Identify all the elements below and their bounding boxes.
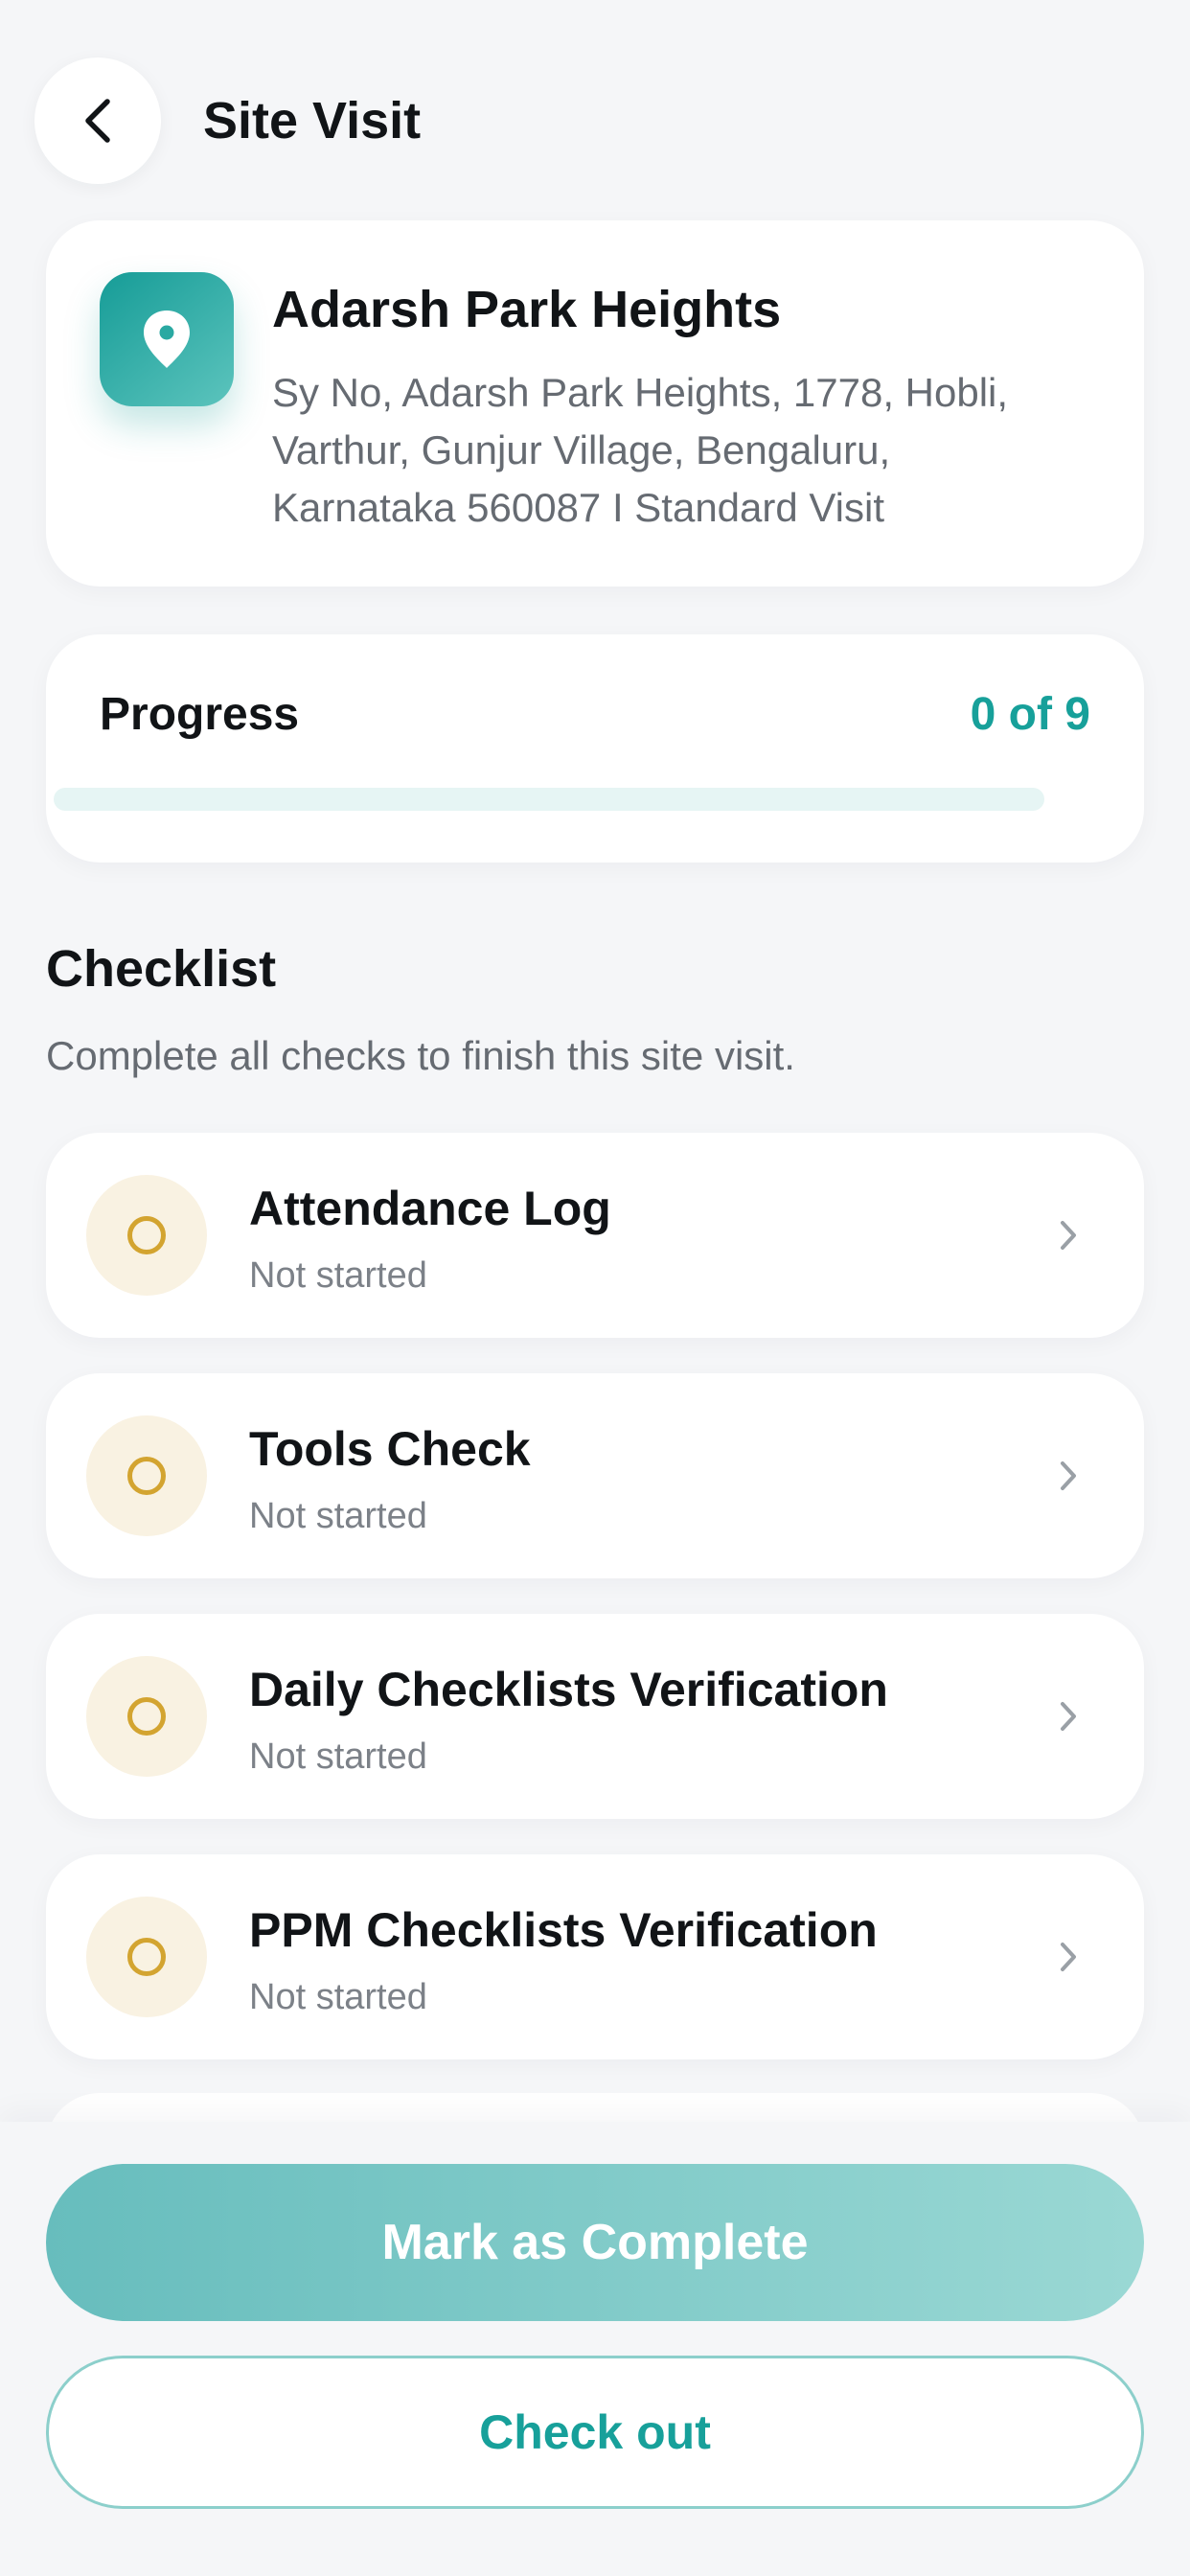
chevron-right-icon — [1046, 1935, 1090, 1979]
not-started-icon — [127, 1938, 166, 1976]
checklist-item-title: Tools Check — [249, 1422, 531, 1476]
site-card: Adarsh Park Heights Sy No, Adarsh Park H… — [46, 220, 1144, 586]
progress-card: Progress 0 of 9 — [46, 634, 1144, 862]
status-circle — [86, 1656, 207, 1777]
checklist-item-status: Not started — [249, 1977, 427, 2017]
checklist-subtitle: Complete all checks to finish this site … — [46, 1033, 795, 1078]
checklist-item-status: Not started — [249, 1255, 427, 1296]
header: Site Visit — [34, 58, 1156, 184]
progress-label: Progress — [100, 689, 300, 740]
status-circle — [86, 1415, 207, 1536]
bottom-action-bar: Mark as Complete Check out — [0, 2122, 1190, 2576]
checklist-item-status: Not started — [249, 1736, 427, 1777]
progress-count: 0 of 9 — [970, 689, 1090, 740]
chevron-left-icon — [85, 99, 110, 143]
check-out-button[interactable]: Check out — [46, 2356, 1144, 2509]
checklist-item-attendance-log[interactable]: Attendance Log Not started — [46, 1133, 1144, 1338]
site-address: Sy No, Adarsh Park Heights, 1778, Hobli,… — [272, 370, 1009, 530]
checklist-item-ppm-checklists-verification[interactable]: PPM Checklists Verification Not started — [46, 1854, 1144, 2059]
progress-bar — [54, 788, 1044, 811]
checklist-title: Checklist — [46, 940, 277, 998]
not-started-icon — [127, 1457, 166, 1495]
checklist-item-tools-check[interactable]: Tools Check Not started — [46, 1373, 1144, 1578]
chevron-right-icon — [1046, 1454, 1090, 1498]
checklist-item-daily-checklists-verification[interactable]: Daily Checklists Verification Not starte… — [46, 1614, 1144, 1819]
status-circle — [86, 1175, 207, 1296]
checklist-item-title: PPM Checklists Verification — [249, 1903, 878, 1957]
checklist-item-title: Attendance Log — [249, 1182, 611, 1235]
not-started-icon — [127, 1697, 166, 1736]
site-name: Adarsh Park Heights — [272, 281, 782, 338]
mark-as-complete-button[interactable]: Mark as Complete — [46, 2164, 1144, 2321]
status-circle — [86, 1897, 207, 2017]
page-title: Site Visit — [203, 92, 422, 150]
chevron-right-icon — [1046, 1694, 1090, 1738]
not-started-icon — [127, 1216, 166, 1254]
back-button[interactable] — [34, 58, 161, 184]
checklist-item-title: Daily Checklists Verification — [249, 1663, 888, 1716]
site-icon-tile — [100, 272, 234, 406]
location-pin-icon — [144, 310, 190, 368]
checklist-item-status: Not started — [249, 1496, 427, 1536]
chevron-right-icon — [1046, 1213, 1090, 1257]
